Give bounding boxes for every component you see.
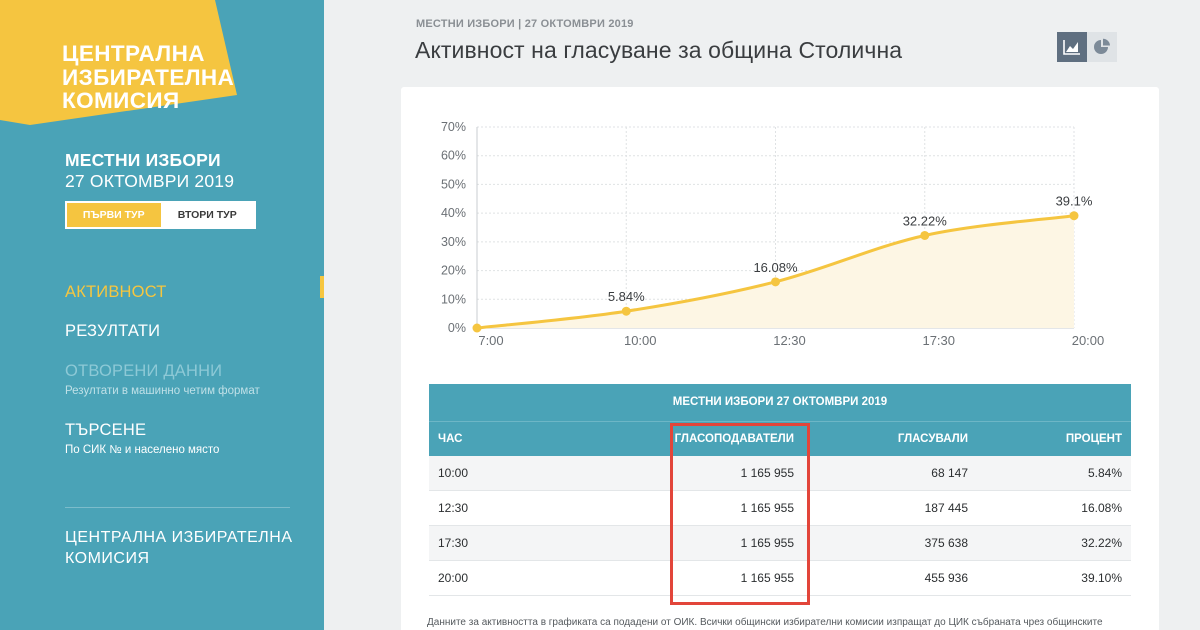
col-percent: ПРОЦЕНТ bbox=[977, 421, 1131, 456]
cell-voters: 1 165 955 bbox=[657, 560, 803, 596]
x-tick-label: 7:00 bbox=[478, 333, 503, 348]
data-point bbox=[621, 306, 631, 316]
cell-hour: 20:00 bbox=[429, 560, 657, 596]
cell-voted: 187 445 bbox=[803, 490, 977, 526]
logo-line-3: КОМИСИЯ bbox=[62, 88, 180, 113]
table-row: 10:00 1 165 955 68 147 5.84% bbox=[429, 455, 1131, 491]
data-label: 39.1% bbox=[1056, 194, 1093, 209]
footer-org-line-1: ЦЕНТРАЛНА ИЗБИРАТЕЛНА bbox=[65, 529, 293, 546]
col-hour: ЧАС bbox=[429, 421, 657, 456]
col-voters: ГЛАСОПОДАВАТЕЛИ bbox=[657, 421, 803, 456]
logo-line-2: ИЗБИРАТЕЛНА bbox=[62, 64, 235, 90]
table-row: 17:30 1 165 955 375 638 32.22% bbox=[429, 525, 1131, 561]
x-tick-label: 10:00 bbox=[624, 333, 657, 348]
table-row: 12:30 1 165 955 187 445 16.08% bbox=[429, 490, 1131, 526]
nav-open-data[interactable]: ОТВОРЕНИ ДАННИ bbox=[65, 362, 222, 381]
y-tick-label: 10% bbox=[441, 292, 466, 306]
table-header-row: ЧАС ГЛАСОПОДАВАТЕЛИ ГЛАСУВАЛИ ПРОЦЕНТ bbox=[429, 421, 1131, 456]
cell-hour: 12:30 bbox=[429, 490, 657, 526]
y-tick-label: 50% bbox=[441, 177, 466, 191]
y-tick-label: 60% bbox=[441, 149, 466, 163]
cell-percent: 39.10% bbox=[977, 560, 1131, 596]
data-point bbox=[920, 230, 930, 240]
cell-voted: 375 638 bbox=[803, 525, 977, 561]
data-label: 16.08% bbox=[753, 260, 798, 275]
pie-chart-view-button[interactable] bbox=[1087, 32, 1117, 62]
line-chart-icon bbox=[1063, 40, 1080, 55]
second-round-button[interactable]: ВТОРИ ТУР bbox=[161, 203, 255, 227]
data-label: 5.84% bbox=[608, 289, 645, 304]
cell-voted: 455 936 bbox=[803, 560, 977, 596]
sidebar: ЦЕНТРАЛНА ИЗБИРАТЕЛНА КОМИСИЯ МЕСТНИ ИЗБ… bbox=[0, 0, 324, 630]
pie-chart-icon bbox=[1094, 38, 1110, 54]
election-title: МЕСТНИ ИЗБОРИ bbox=[65, 150, 221, 170]
active-nav-marker bbox=[320, 276, 324, 298]
activity-card: 5.84% 16.08% 32.22% 39.1% 0% 10% 20% 30% 40% 50%… bbox=[401, 87, 1159, 630]
col-voted: ГЛАСУВАЛИ bbox=[803, 421, 977, 456]
y-tick-label: 0% bbox=[448, 321, 466, 335]
data-point bbox=[472, 323, 482, 333]
election-date: 27 ОКТОМВРИ 2019 bbox=[65, 171, 235, 191]
nav-activity[interactable]: АКТИВНОСТ bbox=[65, 283, 167, 302]
cell-voters: 1 165 955 bbox=[657, 490, 803, 526]
data-point bbox=[771, 277, 780, 287]
nav-search-subtitle: По СИК № и населено място bbox=[65, 444, 220, 456]
logo-line-1: ЦЕНТРАЛНА bbox=[62, 41, 205, 66]
cell-voted: 68 147 bbox=[803, 455, 977, 491]
logo[interactable]: ЦЕНТРАЛНА ИЗБИРАТЕЛНА КОМИСИЯ bbox=[62, 42, 234, 113]
y-tick-label: 30% bbox=[441, 235, 466, 249]
data-source-note: Данните за активността в графиката са по… bbox=[427, 617, 1103, 628]
y-tick-label: 40% bbox=[441, 206, 466, 220]
cell-percent: 32.22% bbox=[977, 525, 1131, 561]
cell-voters: 1 165 955 bbox=[657, 455, 803, 491]
round-toggle: ПЪРВИ ТУР ВТОРИ ТУР bbox=[65, 201, 256, 229]
footer-org-link[interactable]: ЦЕНТРАЛНА ИЗБИРАТЕЛНА КОМИСИЯ bbox=[65, 527, 293, 569]
y-tick-label: 70% bbox=[441, 120, 466, 134]
cell-percent: 16.08% bbox=[977, 490, 1131, 526]
nav-search[interactable]: ТЪРСЕНЕ bbox=[65, 421, 146, 440]
cell-hour: 10:00 bbox=[429, 455, 657, 491]
x-tick-label: 17:30 bbox=[922, 333, 955, 348]
sidebar-divider bbox=[65, 507, 290, 508]
x-tick-label: 20:00 bbox=[1072, 333, 1105, 348]
cell-voters: 1 165 955 bbox=[657, 525, 803, 561]
footer-org-line-2: КОМИСИЯ bbox=[65, 550, 150, 567]
y-tick-label: 20% bbox=[441, 264, 466, 278]
nav-results[interactable]: РЕЗУЛТАТИ bbox=[65, 322, 160, 341]
activity-chart: 5.84% 16.08% 32.22% 39.1% 0% 10% 20% 30% 40% 50%… bbox=[441, 120, 1105, 348]
table-row: 20:00 1 165 955 455 936 39.10% bbox=[429, 560, 1131, 596]
line-chart-view-button[interactable] bbox=[1057, 32, 1087, 62]
view-toggle bbox=[1057, 32, 1117, 62]
first-round-button[interactable]: ПЪРВИ ТУР bbox=[67, 203, 161, 227]
nav-open-data-subtitle: Резултати в машинно четим формат bbox=[65, 385, 260, 397]
table-caption: МЕСТНИ ИЗБОРИ 27 ОКТОМВРИ 2019 bbox=[429, 384, 1131, 421]
activity-table: МЕСТНИ ИЗБОРИ 27 ОКТОМВРИ 2019 ЧАС ГЛАСО… bbox=[429, 384, 1131, 596]
cell-percent: 5.84% bbox=[977, 455, 1131, 491]
cell-hour: 17:30 bbox=[429, 525, 657, 561]
x-tick-label: 12:30 bbox=[773, 333, 806, 348]
page-title: Активност на гласуване за община Столичн… bbox=[415, 37, 903, 63]
breadcrumb: МЕСТНИ ИЗБОРИ | 27 ОКТОМВРИ 2019 bbox=[416, 18, 634, 30]
data-label: 32.22% bbox=[903, 213, 948, 228]
data-point bbox=[1069, 211, 1079, 221]
